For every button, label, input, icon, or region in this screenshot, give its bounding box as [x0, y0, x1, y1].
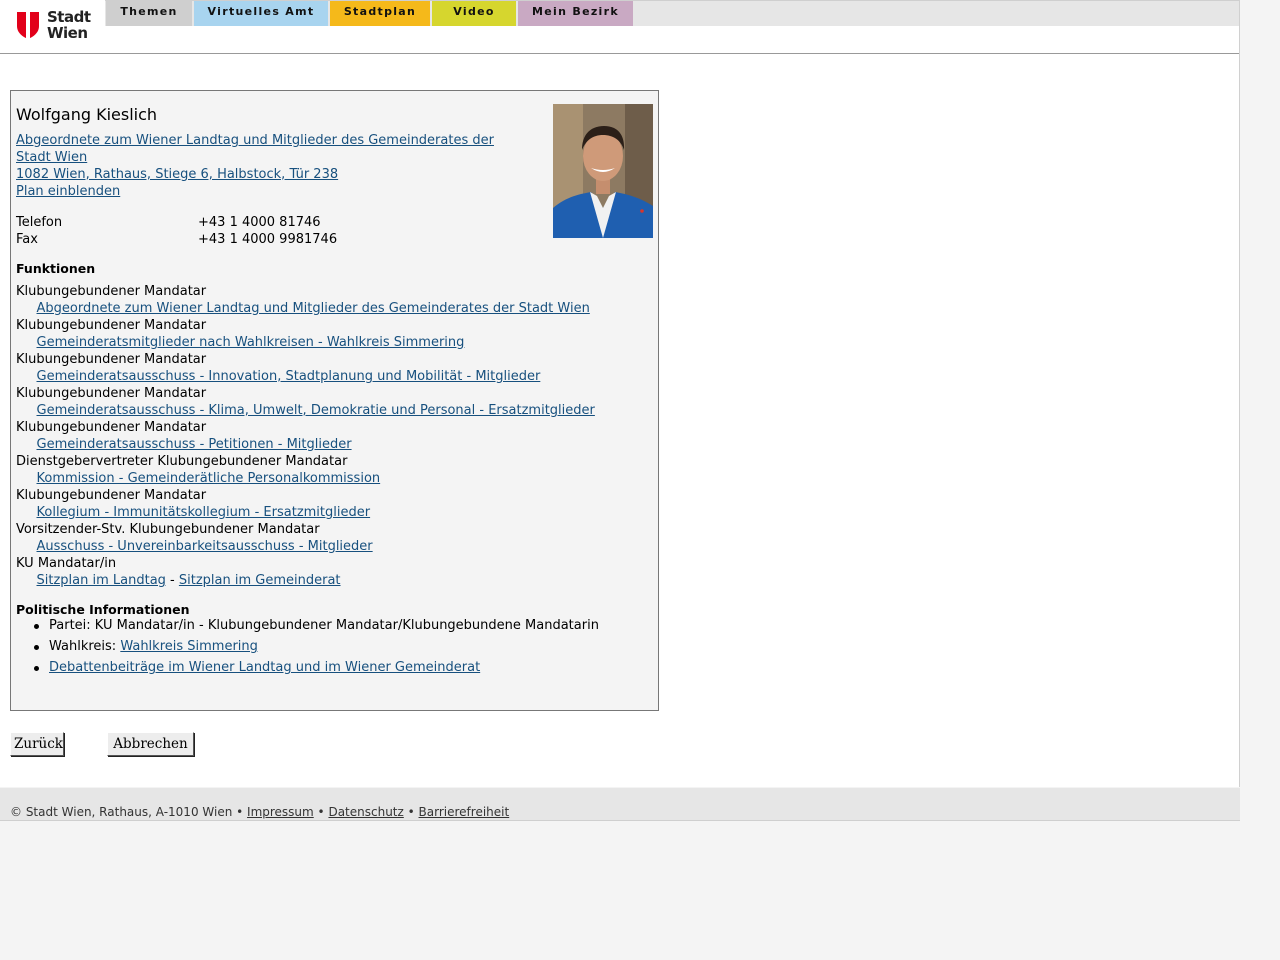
district-label: Wahlkreis: — [49, 639, 121, 654]
logo-wordmark: Stadt Wien — [47, 9, 91, 41]
main-nav-tabs: Themen Virtuelles Amt Stadtplan Video Me… — [106, 1, 635, 26]
debates-item: Debattenbeiträge im Wiener Landtag und i… — [34, 659, 679, 676]
function-role: Klubungebundener Mandatar — [16, 386, 207, 401]
footer-separator: • — [313, 805, 329, 819]
tab-themen[interactable]: Themen — [106, 1, 192, 26]
political-info-list: Partei: KU Mandatar/in - Klubungebundene… — [16, 617, 679, 680]
function-role: Dienstgebervertreter Klubungebundener Ma… — [16, 454, 348, 469]
district-link[interactable]: Wahlkreis Simmering — [120, 639, 258, 654]
organization-info: Abgeordnete zum Wiener Landtag und Mitgl… — [16, 132, 516, 200]
footer-text: © Stadt Wien, Rathaus, A-1010 Wien • Imp… — [10, 805, 509, 819]
phone-row: Telefon +43 1 4000 81746 — [16, 214, 337, 231]
function-role: Vorsitzender-Stv. Klubungebundener Manda… — [16, 522, 320, 537]
function-role: Klubungebundener Mandatar — [16, 318, 207, 333]
functions-heading: Funktionen — [16, 261, 96, 276]
political-info-heading: Politische Informationen — [16, 602, 190, 617]
contact-details: Telefon +43 1 4000 81746 Fax +43 1 4000 … — [16, 214, 337, 248]
function-link[interactable]: Gemeinderatsmitglieder nach Wahlkreisen … — [37, 335, 465, 350]
show-map-link[interactable]: Plan einblenden — [16, 183, 516, 200]
functions-list: Klubungebundener Mandatar Abgeordnete zu… — [16, 283, 646, 589]
person-name: Wolfgang Kieslich — [16, 105, 158, 124]
function-link[interactable]: Kollegium - Immunitätskollegium - Ersatz… — [37, 505, 371, 520]
function-link[interactable]: Ausschuss - Unvereinbarkeitsausschuss - … — [37, 539, 373, 554]
function-role: Klubungebundener Mandatar — [16, 352, 207, 367]
page-content: Stadt Wien Themen Virtuelles Amt Stadtpl… — [0, 0, 1240, 787]
function-role: Klubungebundener Mandatar — [16, 488, 207, 503]
fax-row: Fax +43 1 4000 9981746 — [16, 231, 337, 248]
footer: © Stadt Wien, Rathaus, A-1010 Wien • Imp… — [0, 788, 1240, 821]
organization-link-line-1: Abgeordnete zum Wiener Landtag und Mitgl… — [16, 133, 494, 148]
datenschutz-link[interactable]: Datenschutz — [328, 805, 403, 819]
phone-label: Telefon — [16, 215, 63, 230]
function-link[interactable]: Kommission - Gemeinderätliche Personalko… — [37, 471, 381, 486]
cancel-button[interactable]: Abbrechen — [107, 732, 194, 756]
party-item: Partei: KU Mandatar/in - Klubungebundene… — [34, 617, 679, 634]
tab-stadtplan[interactable]: Stadtplan — [330, 1, 430, 26]
fax-label: Fax — [16, 232, 38, 247]
tab-video[interactable]: Video — [432, 1, 516, 26]
footer-separator: • — [232, 805, 248, 819]
tab-virtuelles-amt[interactable]: Virtuelles Amt — [194, 1, 328, 26]
function-link[interactable]: Gemeinderatsausschuss - Klima, Umwelt, D… — [37, 403, 595, 418]
back-button[interactable]: Zurück — [10, 732, 64, 756]
function-link[interactable]: Gemeinderatsausschuss - Innovation, Stad… — [37, 369, 541, 384]
footer-copyright: © Stadt Wien, Rathaus, A-1010 Wien — [10, 805, 233, 819]
person-detail-card: Wolfgang Kieslich Abgeordnete zum Wiener… — [10, 90, 659, 711]
logo-line-wien: Wien — [47, 24, 88, 42]
address-link[interactable]: 1082 Wien, Rathaus, Stiege 6, Halbstock,… — [16, 166, 516, 183]
logo-line-stadt: Stadt — [47, 8, 91, 26]
function-role-ku: KU Mandatar/in — [16, 556, 117, 571]
seat-plan-gemeinderat-link[interactable]: Sitzplan im Gemeinderat — [179, 573, 341, 588]
footer-separator: • — [403, 805, 419, 819]
wien-shield-icon — [17, 12, 39, 40]
debates-link[interactable]: Debattenbeiträge im Wiener Landtag und i… — [49, 660, 480, 675]
person-photo — [553, 104, 653, 238]
seat-plan-links: Sitzplan im Landtag - Sitzplan im Gemein… — [16, 572, 646, 589]
phone-value: +43 1 4000 81746 — [198, 215, 321, 230]
seat-plan-separator: - — [165, 573, 179, 588]
function-link[interactable]: Gemeinderatsausschuss - Petitionen - Mit… — [37, 437, 352, 452]
function-role: Klubungebundener Mandatar — [16, 284, 207, 299]
seat-plan-landtag-link[interactable]: Sitzplan im Landtag — [37, 573, 166, 588]
impressum-link[interactable]: Impressum — [247, 805, 314, 819]
organization-link[interactable]: Abgeordnete zum Wiener Landtag und Mitgl… — [16, 132, 516, 166]
stadt-wien-logo[interactable]: Stadt Wien — [16, 9, 96, 43]
district-item: Wahlkreis: Wahlkreis Simmering — [34, 638, 679, 655]
header-divider — [0, 53, 1239, 54]
function-link[interactable]: Abgeordnete zum Wiener Landtag und Mitgl… — [37, 301, 590, 316]
organization-link-line-2: Stadt Wien — [16, 150, 88, 165]
barrierefreiheit-link[interactable]: Barrierefreiheit — [419, 805, 510, 819]
function-role: Klubungebundener Mandatar — [16, 420, 207, 435]
tab-mein-bezirk[interactable]: Mein Bezirk — [518, 1, 633, 26]
fax-value: +43 1 4000 9981746 — [198, 232, 338, 247]
